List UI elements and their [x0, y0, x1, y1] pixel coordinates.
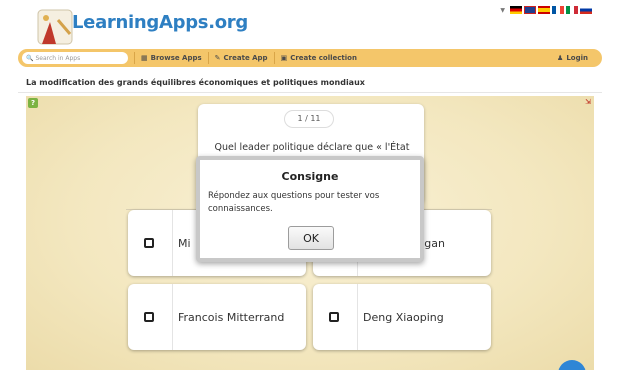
flag-de-icon[interactable]: [510, 6, 522, 14]
page: LearningApps.org ▼ 🔍 Search in Apps ▦ Br…: [0, 0, 620, 370]
browse-apps-label: Browse Apps: [150, 54, 202, 62]
logo[interactable]: LearningApps.org: [18, 0, 248, 52]
nav-divider: [273, 52, 275, 64]
answer-separator: [357, 284, 358, 350]
answer-option[interactable]: Deng Xiaoping: [313, 284, 491, 350]
fullscreen-icon[interactable]: ⇲: [585, 98, 591, 106]
search-input[interactable]: 🔍 Search in Apps: [22, 52, 128, 64]
answer-option[interactable]: Francois Mitterrand: [128, 284, 306, 350]
collection-icon: ▣: [280, 54, 288, 62]
ok-button[interactable]: OK: [288, 226, 334, 250]
flag-ru-icon[interactable]: [580, 6, 592, 14]
page-title: La modification des grands équilibres éc…: [26, 78, 365, 87]
logo-text: LearningApps.org: [72, 12, 248, 33]
answer-separator: [172, 284, 173, 350]
flag-fr-icon[interactable]: [552, 6, 564, 14]
navbar: 🔍 Search in Apps ▦ Browse Apps ✎ Create …: [18, 49, 602, 67]
nav-divider: [207, 52, 209, 64]
dialog-title: Consigne: [281, 170, 339, 183]
grid-icon: ▦: [141, 54, 148, 62]
logo-art-icon: [37, 9, 73, 45]
answer-separator: [172, 210, 173, 276]
dialog-text: Répondez aux questions pour tester vos c…: [208, 191, 380, 214]
search-placeholder: Search in Apps: [35, 54, 81, 62]
checkbox[interactable]: [329, 312, 339, 322]
flag-es-icon[interactable]: [538, 6, 550, 14]
checkbox[interactable]: [144, 312, 154, 322]
answer-label: Deng Xiaoping: [363, 310, 444, 324]
create-collection-label: Create collection: [290, 54, 357, 62]
browse-apps-link[interactable]: ▦ Browse Apps: [141, 54, 202, 62]
create-app-link[interactable]: ✎ Create App: [215, 54, 268, 62]
checkbox[interactable]: [144, 238, 154, 248]
instructions-dialog: Consigne Répondez aux questions pour tes…: [196, 156, 424, 262]
login-label: Login: [566, 54, 588, 62]
create-app-label: Create App: [223, 54, 268, 62]
user-icon: ♟: [557, 54, 564, 62]
dropdown-caret-icon[interactable]: ▼: [500, 7, 505, 14]
pencil-icon: ✎: [214, 54, 221, 62]
login-link[interactable]: ♟ Login: [557, 54, 588, 62]
answer-label: Francois Mitterrand: [178, 310, 285, 324]
title-divider: [18, 92, 602, 93]
nav-divider: [134, 52, 135, 64]
flag-en-icon[interactable]: [524, 6, 536, 14]
search-icon: 🔍: [26, 54, 34, 62]
question-counter: 1 / 11: [284, 110, 334, 128]
create-collection-link[interactable]: ▣ Create collection: [281, 54, 357, 62]
language-selector[interactable]: ▼: [500, 6, 592, 14]
help-icon[interactable]: ?: [28, 98, 38, 108]
flag-it-icon[interactable]: [566, 6, 578, 14]
